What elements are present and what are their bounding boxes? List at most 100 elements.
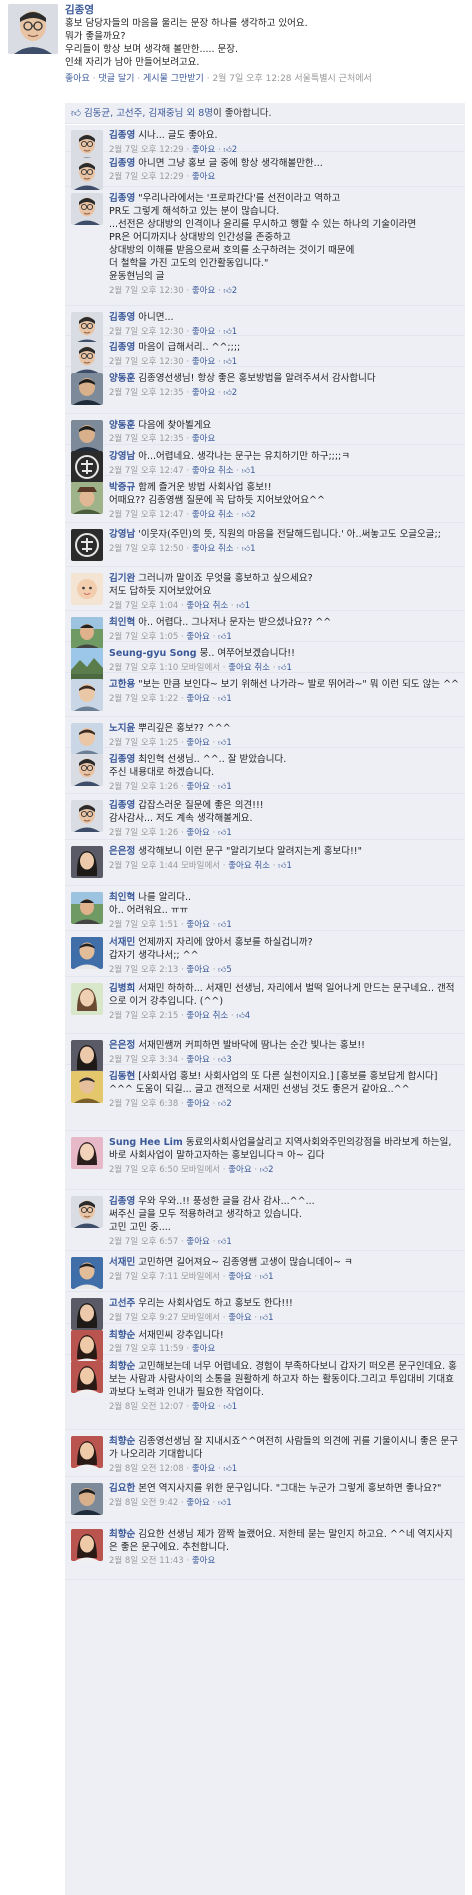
comment-time[interactable]: 2월 7일 오후 11:59 — [109, 1344, 184, 1354]
comment-author-avatar[interactable] — [71, 1483, 103, 1515]
comment-author-name[interactable]: 은은정 — [109, 1040, 135, 1051]
comment-time[interactable]: 2월 7일 오후 1:51 — [109, 920, 178, 930]
comment-author-name[interactable]: 은은정 — [109, 846, 135, 857]
comment-time[interactable]: 2월 8일 오전 12:08 — [109, 1464, 184, 1474]
comment-author-avatar[interactable] — [71, 846, 103, 878]
comment-like-link[interactable]: 좋아요 — [186, 1498, 209, 1508]
comment-author-avatar[interactable] — [71, 482, 103, 514]
comment-time[interactable]: 2월 7일 오후 12:35 — [109, 434, 184, 444]
comment-time[interactable]: 2월 7일 오후 1:44 모바일에서 — [109, 861, 220, 871]
comment-like-link[interactable]: 좋아요 — [192, 286, 215, 296]
comment-like-link[interactable]: 좋아요 — [186, 1237, 209, 1247]
comment-author-name[interactable]: 서재민 — [109, 1257, 135, 1268]
comment-like-link[interactable]: 좋아요 — [192, 1464, 215, 1474]
comment-like-count[interactable]: 1 — [245, 601, 250, 611]
comment-time[interactable]: 2월 7일 오후 1:04 — [109, 601, 178, 611]
comment-like-link[interactable]: 좋아요 — [186, 738, 209, 748]
comment-author-name[interactable]: 김기완 — [109, 573, 135, 584]
comment-like-link[interactable]: 좋아요 — [186, 965, 209, 975]
comment-like-count[interactable]: 1 — [287, 663, 292, 673]
post-time[interactable]: 2월 7일 오후 12:28 — [212, 74, 291, 84]
comment-like-count[interactable]: 5 — [226, 965, 231, 975]
post-author-avatar[interactable] — [8, 4, 58, 54]
comment-author-name[interactable]: 김동현 — [109, 1071, 135, 1082]
comment-time[interactable]: 2월 7일 오후 2:15 — [109, 1011, 178, 1021]
comment-author-avatar[interactable] — [71, 529, 103, 561]
comment-author-name[interactable]: 최향순 — [109, 1436, 135, 1447]
comment-author-name[interactable]: 김병희 — [109, 983, 135, 994]
comment-like-link[interactable]: 좋아요 — [192, 1402, 215, 1412]
comment-author-name[interactable]: 양동훈 — [109, 373, 135, 384]
comment-author-name[interactable]: 박증규 — [109, 482, 135, 493]
comment-like-count[interactable]: 1 — [250, 466, 255, 476]
comment-time[interactable]: 2월 7일 오후 1:26 — [109, 828, 178, 838]
comment-author-name[interactable]: 고한용 — [109, 679, 135, 690]
comment-author-name[interactable]: 강영남 — [109, 529, 135, 540]
comment-like-link[interactable]: 좋아요 — [228, 1272, 251, 1282]
comment-time[interactable]: 2월 7일 오후 12:35 — [109, 388, 184, 398]
comment-author-avatar[interactable] — [71, 754, 103, 786]
comment-time[interactable]: 2월 7일 오후 1:05 — [109, 632, 178, 642]
comment-time[interactable]: 2월 8일 오전 12:07 — [109, 1402, 184, 1412]
comment-like-count[interactable]: 1 — [250, 544, 255, 554]
comment-author-avatar[interactable] — [71, 193, 103, 225]
comment-author-avatar[interactable] — [71, 1071, 103, 1103]
comment-author-name[interactable]: 김종영 — [109, 130, 135, 141]
comment-time[interactable]: 2월 7일 오후 1:26 — [109, 782, 178, 792]
comment-like-count[interactable]: 2 — [232, 286, 237, 296]
comment-author-name[interactable]: 최인혁 — [109, 892, 135, 903]
comment-like-link[interactable]: 좋아요 — [192, 434, 215, 444]
comment-author-name[interactable]: 김종영 — [109, 312, 135, 323]
comment-author-avatar[interactable] — [71, 937, 103, 969]
comment-author-name[interactable]: 김종영 — [109, 800, 135, 811]
comment-author-name[interactable]: 김종영 — [109, 1196, 135, 1207]
comment-like-count[interactable]: 1 — [232, 327, 237, 337]
comment-author-name[interactable]: 고선주 — [109, 1298, 135, 1309]
comment-author-avatar[interactable] — [71, 373, 103, 405]
comment-author-avatar[interactable] — [71, 158, 103, 190]
comment-author-avatar[interactable] — [71, 1257, 103, 1289]
comment-like-link[interactable]: 좋아요 — [186, 694, 209, 704]
comment-time[interactable]: 2월 7일 오후 12:30 — [109, 357, 184, 367]
comment-like-link[interactable]: 좋아요 취소 — [192, 510, 234, 520]
comment-time[interactable]: 2월 7일 오후 6:57 — [109, 1237, 178, 1247]
post-author-name[interactable]: 김종영 — [65, 3, 465, 17]
comment-like-link[interactable]: 좋아요 — [192, 327, 215, 337]
comment-author-avatar[interactable] — [71, 1361, 103, 1393]
comment-time[interactable]: 2월 7일 오후 12:47 — [109, 466, 184, 476]
comment-like-link[interactable]: 좋아요 — [186, 782, 209, 792]
comment-like-count[interactable]: 1 — [226, 632, 231, 642]
comment-like-link[interactable]: 좋아요 취소 — [192, 466, 234, 476]
comment-time[interactable]: 2월 7일 오후 1:25 — [109, 738, 178, 748]
comment-like-link[interactable]: 좋아요 — [192, 1556, 215, 1566]
comment-like-count[interactable]: 1 — [232, 357, 237, 367]
likers-names[interactable]: 김동균, 고선주, 김재중님 — [84, 108, 183, 119]
comment-author-name[interactable]: 김종영 — [109, 342, 135, 353]
comment-like-link[interactable]: 좋아요 — [192, 388, 215, 398]
comment-author-name[interactable]: 김종영 — [109, 754, 135, 765]
comment-like-count[interactable]: 1 — [226, 1498, 231, 1508]
comment-like-link[interactable]: 좋아요 — [192, 357, 215, 367]
comment-author-avatar[interactable] — [71, 1436, 103, 1468]
comment-time[interactable]: 2월 8일 오전 11:43 — [109, 1556, 184, 1566]
comment-author-avatar[interactable] — [71, 800, 103, 832]
comment-time[interactable]: 2월 7일 오후 6:50 모바일에서 — [109, 1165, 220, 1175]
comment-like-count[interactable]: 1 — [226, 694, 231, 704]
comment-like-link[interactable]: 좋아요 — [186, 1055, 209, 1065]
comment-author-name[interactable]: 최향순 — [109, 1361, 135, 1372]
likers-others-link[interactable]: 외 8명 — [186, 108, 213, 119]
post-like-link[interactable]: 좋아요 — [65, 74, 90, 84]
comment-like-count[interactable]: 1 — [226, 738, 231, 748]
comment-like-link[interactable]: 좋아요 — [186, 1099, 209, 1109]
comment-like-count[interactable]: 2 — [250, 510, 255, 520]
comment-author-avatar[interactable] — [71, 679, 103, 711]
comment-author-avatar[interactable] — [71, 892, 103, 924]
comment-like-count[interactable]: 4 — [245, 1011, 250, 1021]
comment-author-name[interactable]: 노지윤 — [109, 723, 135, 734]
comment-time[interactable]: 2월 7일 오후 12:29 — [109, 172, 184, 182]
comment-time[interactable]: 2월 8일 오전 9:42 — [109, 1498, 178, 1508]
comment-like-link[interactable]: 좋아요 취소 — [192, 544, 234, 554]
comment-like-link[interactable]: 좋아요 — [228, 1313, 251, 1323]
comment-author-name[interactable]: 김종영 — [109, 158, 135, 169]
post-comment-link[interactable]: 댓글 달기 — [98, 74, 134, 84]
